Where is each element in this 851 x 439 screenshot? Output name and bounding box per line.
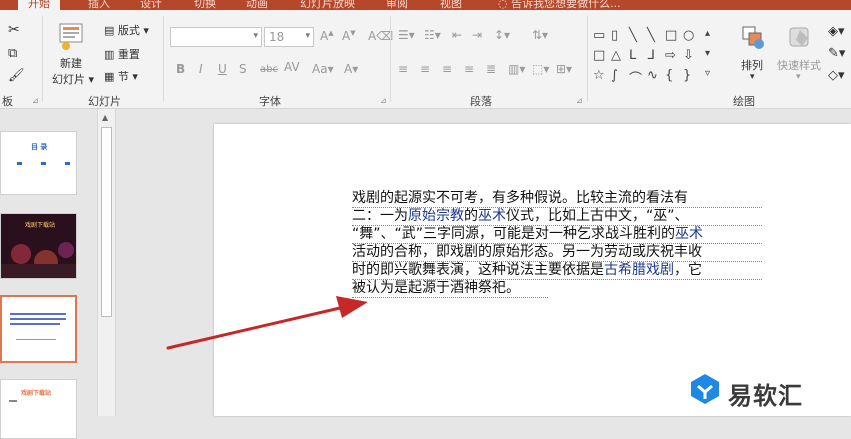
arrow-head [336, 296, 368, 318]
watermark-logo-icon [691, 374, 719, 404]
annotation-arrow [166, 296, 368, 350]
watermark: 易软汇 [688, 370, 848, 412]
watermark-text: 易软汇 [728, 382, 803, 410]
arrow-shaft [166, 306, 342, 350]
